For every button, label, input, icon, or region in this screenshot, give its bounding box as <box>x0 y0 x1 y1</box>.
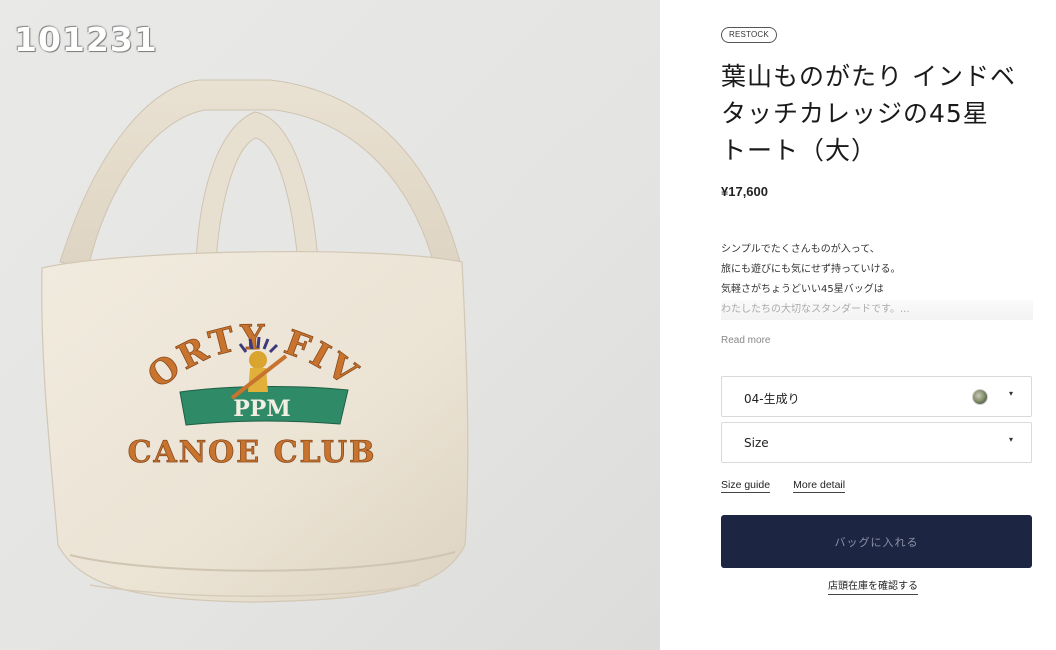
description-line: 気軽さがちょうどいい45星バッグは <box>721 284 884 295</box>
dropdown-caret-icon: ▾ <box>1008 435 1013 444</box>
product-description: シンプルでたくさんものが入って、 旅にも遊びにも気にせず持っていける。 気軽さが… <box>721 240 1033 320</box>
description-line: シンプルでたくさんものが入って、 <box>721 244 880 255</box>
size-select-value: Size <box>744 436 769 450</box>
add-to-bag-button[interactable]: バッグに入れる <box>721 515 1032 568</box>
print-banner-text: PPM <box>233 396 290 422</box>
tote-bag-illustration: FORTY FIVE PPM CANOE CLUB <box>0 0 469 603</box>
product-title-line: トート（大） <box>721 136 878 165</box>
description-line-faded: わたしたちの大切なスタンダードです。... <box>721 300 1033 320</box>
restock-badge: RESTOCK <box>721 27 777 43</box>
color-select-value: 04-生成り <box>744 392 800 406</box>
dropdown-caret-icon: ▾ <box>1008 389 1013 398</box>
read-more-link[interactable]: Read more <box>721 335 770 346</box>
color-swatch-icon <box>972 389 988 405</box>
product-price: ¥17,600 <box>721 184 768 199</box>
image-watermark: 101231 <box>14 20 158 59</box>
product-info-panel: RESTOCK 葉山ものがたり インドベ タッチカレッジの45星 トート（大） … <box>660 0 1056 650</box>
description-line: 旅にも遊びにも気にせず持っていける。 <box>721 264 901 275</box>
check-store-stock-link[interactable]: 店頭在庫を確認する <box>828 580 918 595</box>
product-title-line: 葉山ものがたり インドベ <box>721 62 1016 91</box>
color-select[interactable]: 04-生成り ▾ <box>721 376 1032 417</box>
size-guide-link[interactable]: Size guide <box>721 479 771 493</box>
size-select[interactable]: Size ▾ <box>721 422 1032 463</box>
product-title-line: タッチカレッジの45星 <box>721 99 989 128</box>
product-image: FORTY FIVE PPM CANOE CLUB 101231 <box>0 0 660 650</box>
print-bottom-text: CANOE CLUB <box>128 435 377 470</box>
product-title: 葉山ものがたり インドベ タッチカレッジの45星 トート（大） <box>721 58 1021 169</box>
more-detail-link[interactable]: More detail <box>793 479 846 493</box>
product-links: Size guide More detail <box>721 473 863 493</box>
